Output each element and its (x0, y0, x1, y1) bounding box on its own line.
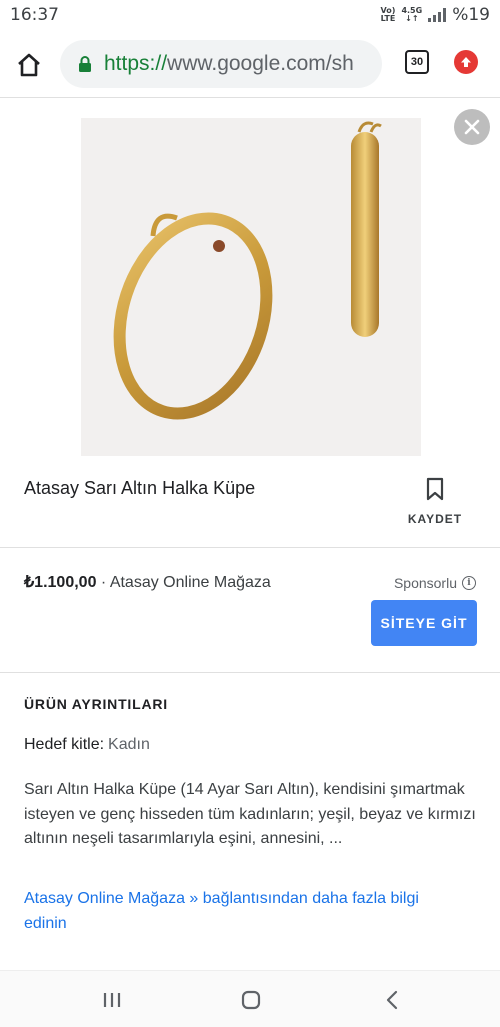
home-icon[interactable] (14, 50, 44, 80)
audience-label: Hedef kitle: (24, 736, 105, 753)
visit-site-button[interactable]: SİTEYE GİT (371, 600, 477, 646)
url-text: https://www.google.com/sh (104, 52, 354, 75)
recent-apps-icon[interactable] (100, 989, 124, 1011)
seller-name: · Atasay Online Mağaza (100, 574, 271, 591)
save-button[interactable]: KAYDET (400, 477, 470, 526)
close-icon[interactable] (454, 109, 490, 145)
save-label: KAYDET (407, 512, 463, 526)
status-bar: 16:37 Vo) LTE 4.5G ↓↑ %19 (0, 0, 500, 30)
price-line: ₺1.100,00 · Atasay Online Mağaza (24, 572, 271, 592)
target-audience: Hedef kitle: Kadın (24, 736, 150, 754)
bookmark-icon (426, 477, 444, 501)
url-bar[interactable]: https://www.google.com/sh (60, 40, 382, 88)
info-icon[interactable]: i (462, 576, 476, 590)
product-description: Sarı Altın Halka Küpe (14 Ayar Sarı Altı… (24, 781, 476, 847)
product-title: Atasay Sarı Altın Halka Küpe (24, 478, 256, 498)
tab-count: 30 (410, 56, 424, 68)
home-nav-icon[interactable] (239, 989, 263, 1011)
divider (0, 547, 500, 548)
browser-toolbar: https://www.google.com/sh 30 (0, 30, 500, 98)
back-icon[interactable] (380, 989, 404, 1011)
more-info-link[interactable]: Atasay Online Mağaza » bağlantısından da… (24, 886, 464, 936)
audience-value: Kadın (108, 736, 150, 753)
battery-level: %19 (452, 5, 490, 25)
sponsored-label[interactable]: Sponsorlu i (394, 575, 476, 591)
update-icon[interactable] (454, 50, 478, 74)
earring-illustration (113, 121, 382, 420)
signal-icon (428, 8, 447, 22)
lock-icon (78, 56, 92, 72)
product-price: ₺1.100,00 (24, 574, 97, 591)
tabs-button[interactable]: 30 (405, 50, 429, 74)
volte-indicator: Vo) LTE (380, 6, 396, 23)
product-image[interactable] (81, 118, 421, 456)
data-indicator: 4.5G ↓↑ (401, 6, 423, 23)
divider (0, 672, 500, 673)
section-title: ÜRÜN AYRINTILARI (24, 696, 168, 712)
system-nav-bar (0, 970, 500, 1027)
status-indicators: Vo) LTE 4.5G ↓↑ %19 (381, 5, 490, 25)
status-time: 16:37 (10, 5, 59, 25)
